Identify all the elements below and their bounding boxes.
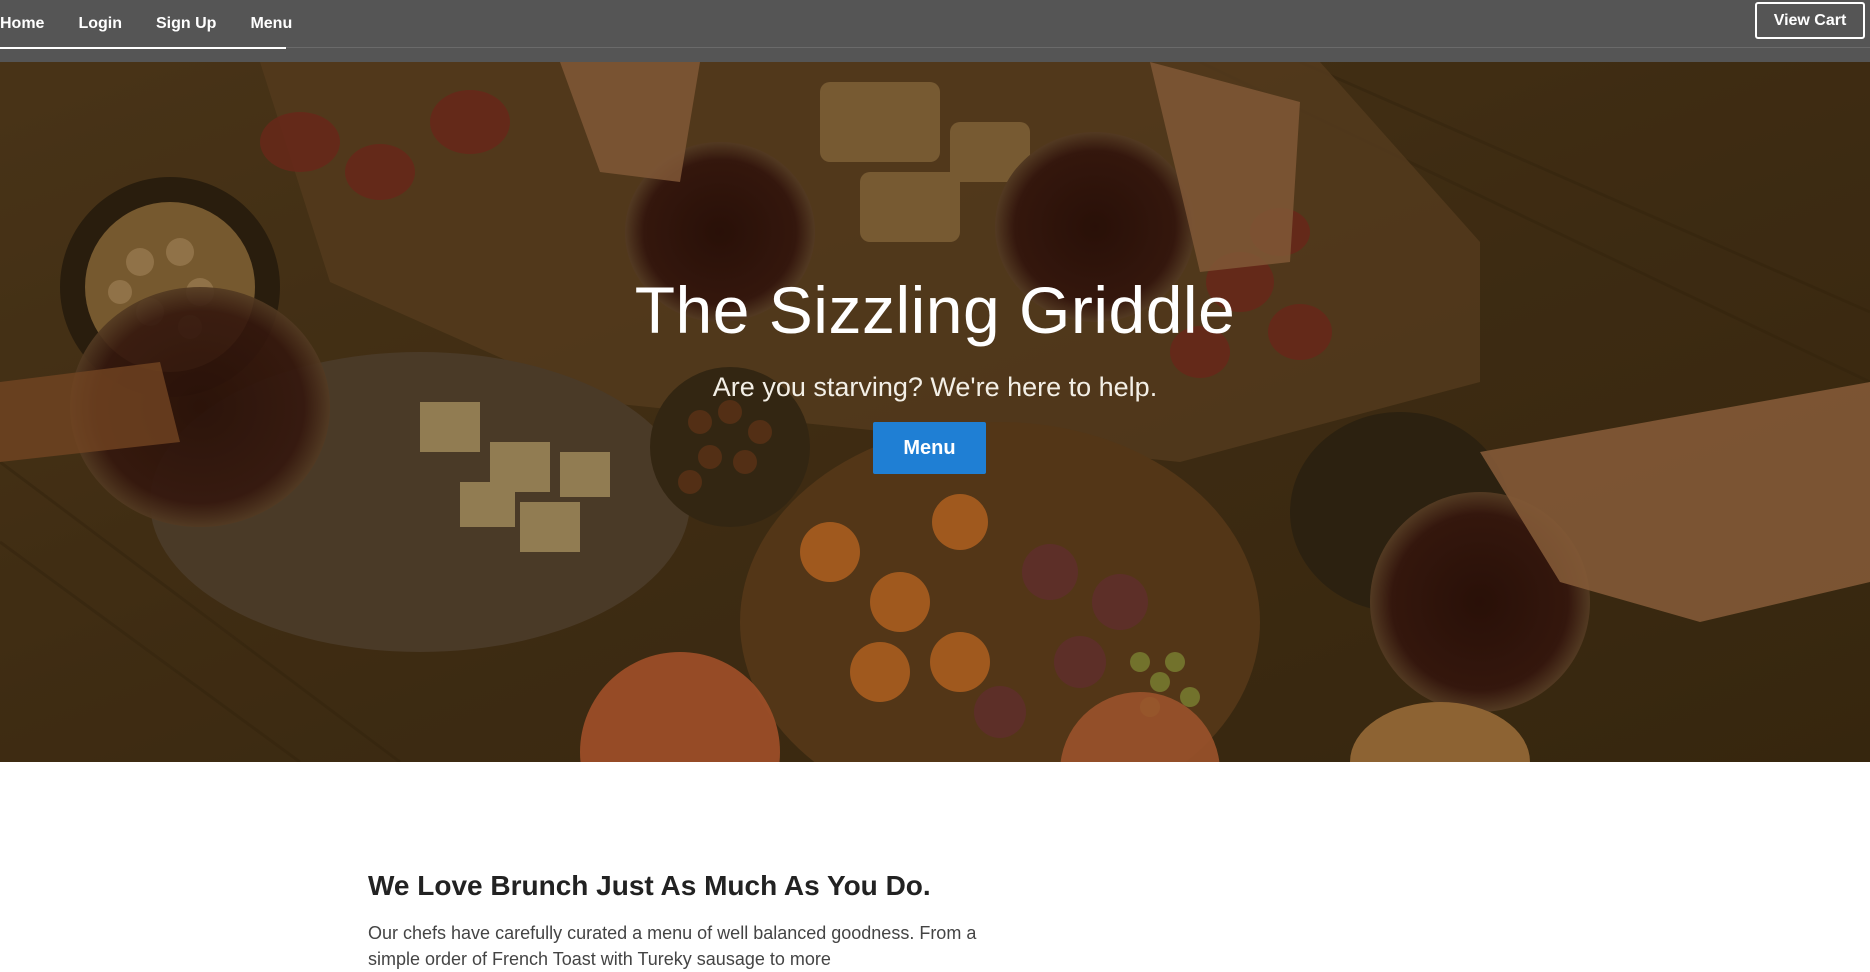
nav-menu-link[interactable]: Menu	[250, 15, 292, 33]
nav-divider	[286, 47, 1870, 48]
hero-subtitle: Are you starving? We're here to help.	[712, 372, 1158, 402]
hero-banner: The Sizzling Griddle Are you starving? W…	[0, 62, 1870, 762]
top-navbar: Home Login Sign Up Menu View Cart	[0, 0, 1870, 62]
main-nav: Home Login Sign Up Menu	[0, 0, 292, 49]
intro-paragraph: Our chefs have carefully curated a menu …	[368, 923, 977, 969]
nav-home-link[interactable]: Home	[0, 15, 44, 33]
nav-signup-link[interactable]: Sign Up	[156, 15, 216, 33]
intro-heading: We Love Brunch Just As Much As You Do.	[368, 870, 931, 901]
hero-title: The Sizzling Griddle	[634, 273, 1236, 347]
hero-overlay	[0, 62, 1870, 762]
view-cart-button[interactable]: View Cart	[1755, 2, 1865, 39]
nav-login-link[interactable]: Login	[78, 15, 122, 33]
hero-menu-button[interactable]: Menu	[873, 422, 986, 474]
